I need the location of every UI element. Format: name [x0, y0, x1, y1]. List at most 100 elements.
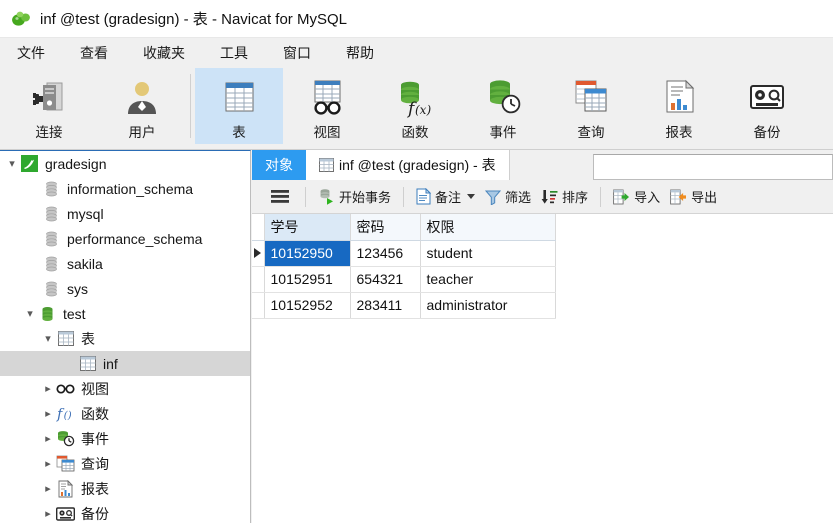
tree-item-information-schema[interactable]: information_schema	[0, 176, 250, 201]
tree-label: inf	[103, 355, 118, 372]
row-indicator-header	[252, 214, 265, 241]
search-input[interactable]	[593, 154, 833, 180]
row-indicator	[252, 266, 265, 293]
menu-view[interactable]: 查看	[77, 41, 111, 65]
tree-item-views[interactable]: ▸ 视图	[0, 376, 250, 401]
tree-item-sakila[interactable]: sakila	[0, 251, 250, 276]
sort-button[interactable]: 排序	[536, 184, 593, 210]
import-button[interactable]: 导入	[608, 184, 665, 210]
chevron-down-icon[interactable]: ▾	[22, 301, 38, 326]
chevron-right-icon[interactable]: ▸	[40, 426, 56, 451]
navicat-window: inf @test (gradesign) - 表 - Navicat for …	[0, 0, 833, 523]
database-grey-icon	[42, 179, 61, 198]
tab-document-label: inf @test (gradesign) - 表	[339, 157, 496, 173]
column-header-xuehao[interactable]: 学号	[264, 214, 351, 241]
cell-quanxian[interactable]: teacher	[420, 266, 556, 293]
chevron-down-icon[interactable]	[467, 194, 476, 199]
tree-item-backups[interactable]: ▸ 备份	[0, 501, 250, 523]
object-tree-sidebar[interactable]: ▾ gradesign information_schema mysql per…	[0, 150, 251, 523]
database-grey-icon	[42, 204, 61, 223]
chevron-right-icon[interactable]: ▸	[40, 401, 56, 426]
report-icon	[56, 479, 75, 498]
backup-icon	[56, 504, 75, 523]
tree-label: sys	[67, 280, 88, 297]
tab-objects-label: 对象	[265, 157, 293, 173]
tab-document-inf[interactable]: inf @test (gradesign) - 表	[306, 150, 510, 180]
chevron-right-icon[interactable]: ▸	[40, 376, 56, 401]
begin-transaction-label: 开始事务	[339, 190, 392, 205]
tree-item-inf[interactable]: inf	[0, 351, 250, 376]
tree-item-functions[interactable]: ▸ f () 函数	[0, 401, 250, 426]
data-grid[interactable]: 学号 密码 权限 10152950 123456 student 1015295	[252, 214, 833, 523]
tree-item-events[interactable]: ▸ 事件	[0, 426, 250, 451]
menu-help[interactable]: 帮助	[343, 41, 377, 65]
filter-icon	[485, 189, 502, 205]
cell-mima[interactable]: 123456	[350, 240, 421, 267]
note-button[interactable]: 备注	[411, 184, 480, 210]
row-indicator	[252, 240, 265, 267]
tree-item-reports[interactable]: ▸ 报表	[0, 476, 250, 501]
menu-file[interactable]: 文件	[14, 41, 48, 65]
tree-item-mysql[interactable]: mysql	[0, 201, 250, 226]
table-row[interactable]: 10152950 123456 student	[252, 240, 556, 267]
toolbar-query-button[interactable]: 查询	[547, 68, 635, 144]
toolbar-user-label: 用户	[128, 125, 156, 140]
toolbar-table-label: 表	[232, 125, 246, 140]
cell-mima[interactable]: 283411	[350, 292, 421, 319]
cell-xuehao[interactable]: 10152952	[264, 292, 351, 319]
tree-label: 事件	[81, 430, 109, 447]
menu-window[interactable]: 窗口	[280, 41, 314, 65]
cell-xuehao[interactable]: 10152950	[264, 240, 351, 267]
chevron-right-icon[interactable]: ▸	[40, 501, 56, 523]
tree-item-tables-folder[interactable]: ▾ 表	[0, 326, 250, 351]
cell-mima[interactable]: 654321	[350, 266, 421, 293]
tab-objects[interactable]: 对象	[252, 150, 306, 180]
function-icon: f (x)	[394, 74, 436, 120]
cell-quanxian[interactable]: administrator	[420, 292, 556, 319]
filter-button[interactable]: 筛选	[480, 184, 536, 210]
cell-quanxian[interactable]: student	[420, 240, 556, 267]
toolbar-backup-button[interactable]: 备份	[723, 68, 811, 144]
query-icon	[56, 454, 75, 473]
toolbar-function-button[interactable]: f (x) 函数	[371, 68, 459, 144]
tree-item-queries[interactable]: ▸ 查询	[0, 451, 250, 476]
filter-label: 筛选	[505, 190, 532, 205]
table-icon	[319, 158, 334, 172]
grid-menu-button[interactable]	[262, 184, 298, 210]
chevron-right-icon[interactable]: ▸	[40, 451, 56, 476]
svg-text:(): ()	[64, 410, 72, 422]
menu-favorites[interactable]: 收藏夹	[140, 41, 188, 65]
table-row[interactable]: 10152952 283411 administrator	[252, 292, 556, 319]
toolbar-connection-button[interactable]: 连接	[0, 68, 98, 164]
begin-transaction-button[interactable]: 开始事务	[313, 184, 396, 210]
tree-item-performance-schema[interactable]: performance_schema	[0, 226, 250, 251]
main-content-pane: 对象 inf @test (gradesign) - 表 开始事务 备注 筛选 …	[252, 150, 833, 523]
table-row[interactable]: 10152951 654321 teacher	[252, 266, 556, 293]
database-grey-icon	[42, 254, 61, 273]
toolbar-user-button[interactable]: 用户	[98, 68, 186, 144]
database-grey-icon	[42, 229, 61, 248]
connection-icon	[28, 74, 70, 120]
table-icon	[78, 354, 97, 373]
tree-item-test[interactable]: ▾ test	[0, 301, 250, 326]
menu-tools[interactable]: 工具	[217, 41, 251, 65]
tree-label: information_schema	[67, 180, 194, 197]
toolbar-report-button[interactable]: 报表	[635, 68, 723, 144]
chevron-right-icon[interactable]: ▸	[40, 476, 56, 501]
toolbar-event-button[interactable]: 事件	[459, 68, 547, 144]
column-header-mima[interactable]: 密码	[350, 214, 421, 241]
sort-label: 排序	[562, 190, 589, 205]
toolbar-table-button[interactable]: 表	[195, 68, 283, 144]
tree-item-sys[interactable]: sys	[0, 276, 250, 301]
cell-xuehao[interactable]: 10152951	[264, 266, 351, 293]
toolbar-separator	[305, 186, 306, 207]
chevron-down-icon[interactable]: ▾	[40, 326, 56, 351]
database-grey-icon	[42, 279, 61, 298]
column-header-quanxian[interactable]: 权限	[420, 214, 556, 241]
data-grid-table: 学号 密码 权限 10152950 123456 student 1015295	[252, 214, 556, 319]
tree-label: performance_schema	[67, 230, 203, 247]
tree-item-gradesign[interactable]: ▾ gradesign	[0, 151, 250, 176]
chevron-down-icon[interactable]: ▾	[4, 151, 20, 176]
export-button[interactable]: 导出	[665, 184, 722, 210]
toolbar-view-button[interactable]: 视图	[283, 68, 371, 144]
